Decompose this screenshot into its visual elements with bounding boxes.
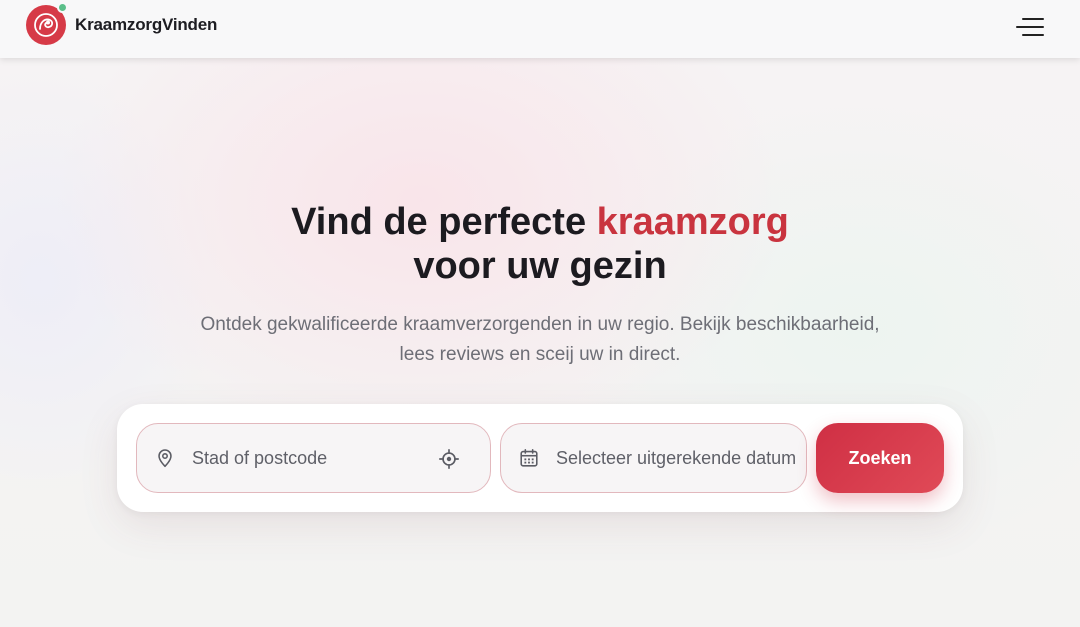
hero-subtitle-line2: lees reviews en sceij uw in direct.: [399, 344, 681, 365]
due-date-input[interactable]: [556, 447, 796, 469]
calendar-icon: [520, 448, 538, 467]
search-button[interactable]: Zoeken: [816, 423, 944, 493]
crosshair-icon[interactable]: [438, 448, 460, 470]
logo-graphic: [34, 13, 58, 37]
hero-title-accent: kraamzorg: [596, 201, 789, 243]
mother-baby-icon: [26, 2, 68, 45]
status-dot: [57, 2, 68, 13]
search-card: Zoeken: [117, 404, 963, 512]
brand-logo-link[interactable]: KraamzorgVinden: [26, 2, 218, 45]
brand-name: KraamzorgVinden: [75, 15, 218, 34]
site-header: KraamzorgVinden: [0, 0, 1080, 58]
hero-title-part1: Vind de perfecte: [291, 201, 597, 243]
location-input[interactable]: [192, 447, 392, 469]
hero-title: Vind de perfecte kraamzorg voor uw gezin: [0, 200, 1080, 288]
hamburger-menu-icon[interactable]: [1016, 15, 1044, 39]
hero-subtitle: Ontdek gekwalificeerde kraamverzorgenden…: [0, 310, 1080, 370]
hero-section: Vind de perfecte kraamzorg voor uw gezin…: [0, 200, 1080, 370]
location-field[interactable]: [136, 423, 491, 493]
due-date-field[interactable]: [500, 423, 807, 493]
map-pin-icon: [158, 449, 172, 468]
hero-title-line2: voor uw gezin: [413, 245, 667, 287]
hero-subtitle-line1: Ontdek gekwalificeerde kraamverzorgenden…: [200, 314, 880, 335]
